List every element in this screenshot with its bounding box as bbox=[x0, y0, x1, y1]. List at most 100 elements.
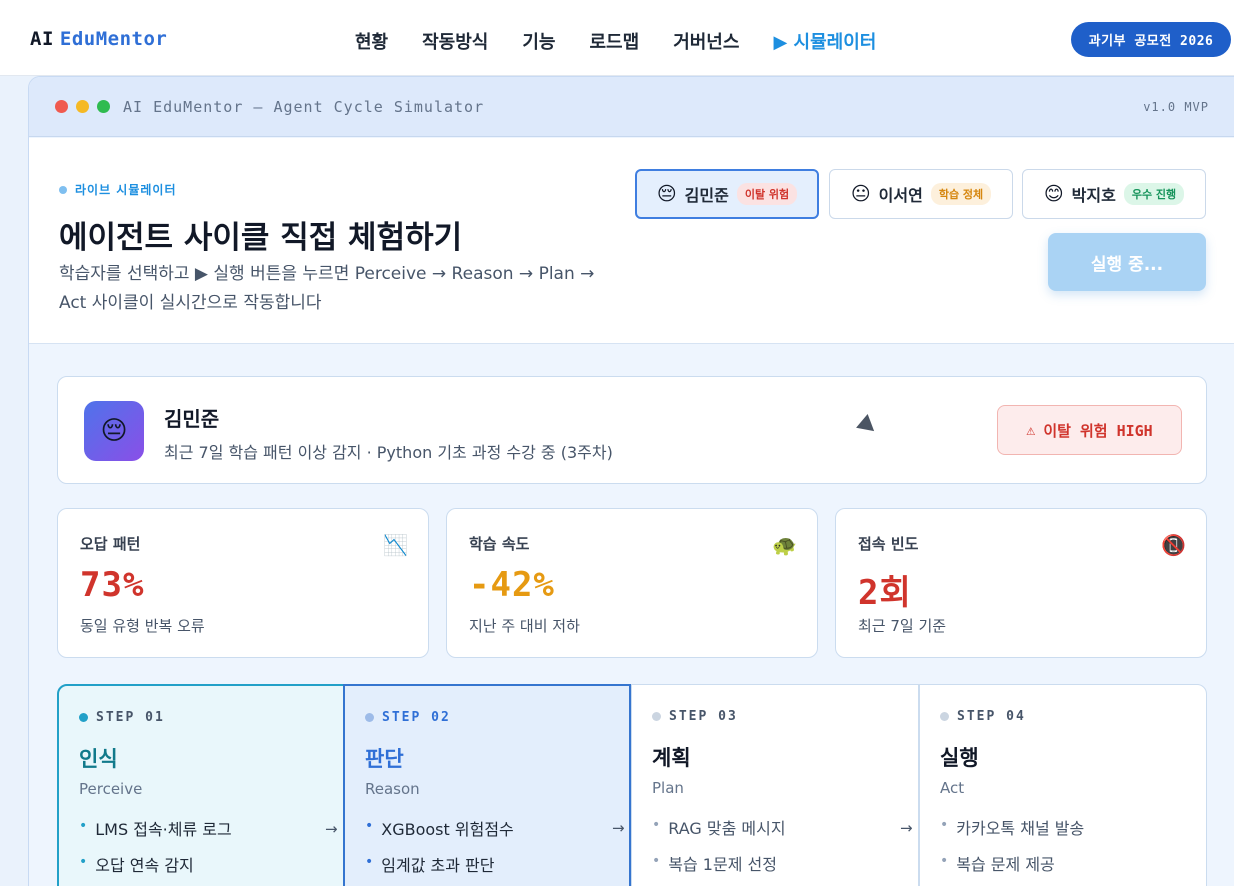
learner-name: 김민준 bbox=[684, 186, 729, 205]
metric-subtext: 지난 주 대비 저하 bbox=[469, 617, 580, 635]
brand-name: EduMentor bbox=[59, 28, 168, 50]
step-items: • RAG 맞춤 메시지 • 복습 1문제 선정 bbox=[652, 815, 786, 886]
live-dot-icon bbox=[59, 185, 67, 194]
list-item: • 복습 1문제 선정 bbox=[652, 853, 777, 874]
chart-down-icon: 📉 bbox=[383, 533, 408, 557]
step-card-reason[interactable]: → STEP 02 판단 Reason • XGBoost 위험점수 • 임계값 초… bbox=[325, 684, 631, 886]
sad-face-icon: 😔 bbox=[100, 416, 128, 446]
step-card-act[interactable]: → STEP 04 실행 Act • 카카오톡 채널 발송 • 복습 문제 제공 bbox=[900, 684, 1207, 886]
step-dot-icon bbox=[79, 713, 88, 722]
mouse-cursor-icon bbox=[856, 413, 880, 439]
no-phone-icon: 📵 bbox=[1161, 533, 1186, 557]
step-label: STEP 02 bbox=[365, 710, 451, 725]
step-items: • LMS 접속·체류 로그 • 오답 연속 감지 bbox=[79, 816, 232, 886]
step-title: 판단 bbox=[365, 747, 404, 771]
hero-title: 에이전트 사이클 직접 체험하기 bbox=[59, 220, 463, 256]
list-item-text: RAG 맞춤 메시지 bbox=[668, 819, 786, 838]
metric-label: 오답 패턴 bbox=[80, 535, 141, 553]
step-label: STEP 01 bbox=[79, 710, 165, 725]
nav-link-simulator[interactable]: ▶ 시뮬레이터 bbox=[773, 28, 876, 54]
nav-links: 현황 작동방식 기능 로드맵 거버넌스 ▶ 시뮬레이터 bbox=[355, 28, 876, 54]
list-item-text: 오답 연속 감지 bbox=[95, 856, 194, 875]
step-items: • XGBoost 위험점수 • 임계값 초과 판단 bbox=[365, 816, 514, 886]
turtle-icon: 🐢 bbox=[772, 533, 797, 557]
nav-link-roadmap[interactable]: 로드맵 bbox=[590, 28, 640, 54]
step-dot-icon bbox=[652, 712, 661, 721]
simulator-window: AI EduMentor — Agent Cycle Simulator v1.… bbox=[28, 76, 1234, 886]
step-card-plan[interactable]: → STEP 03 계획 Plan • RAG 맞춤 메시지 • 복습 1문제 선정 bbox=[612, 684, 919, 886]
list-item-text: XGBoost 위험점수 bbox=[381, 820, 514, 839]
top-nav: AI EduMentor 현황 작동방식 기능 로드맵 거버넌스 ▶ 시뮬레이터 … bbox=[0, 0, 1234, 76]
run-button[interactable]: 실행 중... bbox=[1048, 233, 1206, 291]
metric-subtext: 최근 7일 기준 bbox=[858, 617, 947, 635]
risk-badge: ⚠ 이탈 위험 HIGH bbox=[997, 405, 1182, 455]
step-subtitle: Perceive bbox=[79, 780, 143, 798]
learner-name: 박지호 bbox=[1071, 186, 1116, 205]
step-subtitle: Plan bbox=[652, 779, 684, 797]
metric-value: 2회 bbox=[858, 573, 912, 613]
step-label-text: STEP 04 bbox=[957, 709, 1026, 724]
step-label-text: STEP 01 bbox=[96, 710, 165, 725]
warning-icon: ⚠ bbox=[1026, 421, 1036, 439]
learner-name: 이서연 bbox=[878, 186, 923, 205]
list-item: • LMS 접속·체류 로그 bbox=[79, 818, 232, 839]
hero-section: 라이브 시뮬레이터 에이전트 사이클 직접 체험하기 학습자를 선택하고 ▶ 실… bbox=[29, 138, 1234, 344]
neutral-face-icon: 😐 bbox=[850, 183, 871, 205]
hero-description: 학습자를 선택하고 ▶ 실행 버튼을 누르면 Perceive → Reason… bbox=[59, 264, 595, 313]
metric-card-error-pattern: 오답 패턴 📉 73% 동일 유형 반복 오류 bbox=[57, 508, 429, 658]
maximize-dot-icon[interactable] bbox=[97, 100, 110, 113]
list-item: • 오답 연속 감지 bbox=[79, 854, 194, 875]
step-title: 실행 bbox=[940, 746, 979, 770]
sad-face-icon: 😔 bbox=[656, 183, 677, 205]
learner-button-park-jiho[interactable]: 😊 박지호 우수 진행 bbox=[1022, 169, 1206, 219]
learner-tag: 우수 진행 bbox=[1123, 183, 1185, 205]
risk-label: 이탈 위험 HIGH bbox=[1043, 421, 1153, 440]
metric-label: 접속 빈도 bbox=[858, 535, 919, 553]
profile-description: 최근 7일 학습 패턴 이상 감지 · Python 기초 과정 수강 중 (3… bbox=[164, 443, 613, 462]
step-dot-icon bbox=[365, 713, 374, 722]
metric-card-access-frequency: 접속 빈도 📵 2회 최근 7일 기준 bbox=[835, 508, 1207, 658]
window-version: v1.0 MVP bbox=[1143, 100, 1209, 114]
nav-link-status[interactable]: 현황 bbox=[355, 28, 388, 54]
metric-value: 73% bbox=[80, 565, 145, 605]
profile-name: 김민준 bbox=[164, 407, 220, 431]
nav-link-features[interactable]: 기능 bbox=[522, 28, 555, 54]
learner-tag: 학습 정체 bbox=[930, 183, 992, 205]
learner-profile-card: 😔 김민준 최근 7일 학습 패턴 이상 감지 · Python 기초 과정 수… bbox=[57, 376, 1207, 484]
learner-button-lee-seoyeon[interactable]: 😐 이서연 학습 정체 bbox=[829, 169, 1013, 219]
list-item: • RAG 맞춤 메시지 bbox=[652, 817, 786, 838]
metric-label: 학습 속도 bbox=[469, 535, 530, 553]
list-item-text: 카카오톡 채널 발송 bbox=[956, 819, 1085, 838]
window-title: AI EduMentor — Agent Cycle Simulator bbox=[123, 98, 485, 116]
arrow-right-icon: → bbox=[900, 819, 913, 837]
arrow-right-icon: → bbox=[612, 819, 625, 837]
step-subtitle: Act bbox=[940, 779, 965, 797]
step-subtitle: Reason bbox=[365, 780, 420, 798]
contest-button[interactable]: 과기부 공모전 2026 bbox=[1071, 22, 1231, 57]
list-item: • XGBoost 위험점수 bbox=[365, 818, 514, 839]
learner-tag: 이탈 위험 bbox=[736, 183, 798, 205]
step-dot-icon bbox=[940, 712, 949, 721]
step-items: • 카카오톡 채널 발송 • 복습 문제 제공 bbox=[940, 815, 1084, 886]
step-title: 인식 bbox=[79, 747, 118, 771]
list-item: • 카카오톡 채널 발송 bbox=[940, 817, 1085, 838]
close-dot-icon[interactable] bbox=[55, 100, 68, 113]
list-item-text: 복습 1문제 선정 bbox=[668, 855, 777, 874]
brand-ai: AI bbox=[30, 28, 54, 50]
step-card-perceive[interactable]: STEP 01 인식 Perceive • LMS 접속·체류 로그 • 오답 연속… bbox=[57, 684, 345, 886]
step-title: 계획 bbox=[652, 746, 691, 770]
nav-link-governance[interactable]: 거버넌스 bbox=[673, 28, 739, 54]
nav-link-how-it-works[interactable]: 작동방식 bbox=[422, 28, 488, 54]
list-item-text: 임계값 초과 판단 bbox=[381, 856, 495, 875]
list-item-text: 복습 문제 제공 bbox=[956, 855, 1055, 874]
live-label-text: 라이브 시뮬레이터 bbox=[75, 183, 177, 197]
minimize-dot-icon[interactable] bbox=[76, 100, 89, 113]
list-item: • 임계값 초과 판단 bbox=[365, 854, 495, 875]
brand-logo[interactable]: AI EduMentor bbox=[30, 28, 167, 50]
avatar: 😔 bbox=[84, 401, 144, 461]
smile-face-icon: 😊 bbox=[1043, 183, 1064, 205]
metric-card-learning-speed: 학습 속도 🐢 -42% 지난 주 대비 저하 bbox=[446, 508, 818, 658]
list-item: • 복습 문제 제공 bbox=[940, 853, 1055, 874]
step-label: STEP 04 bbox=[940, 709, 1026, 724]
learner-button-kim-minjun[interactable]: 😔 김민준 이탈 위험 bbox=[635, 169, 819, 219]
